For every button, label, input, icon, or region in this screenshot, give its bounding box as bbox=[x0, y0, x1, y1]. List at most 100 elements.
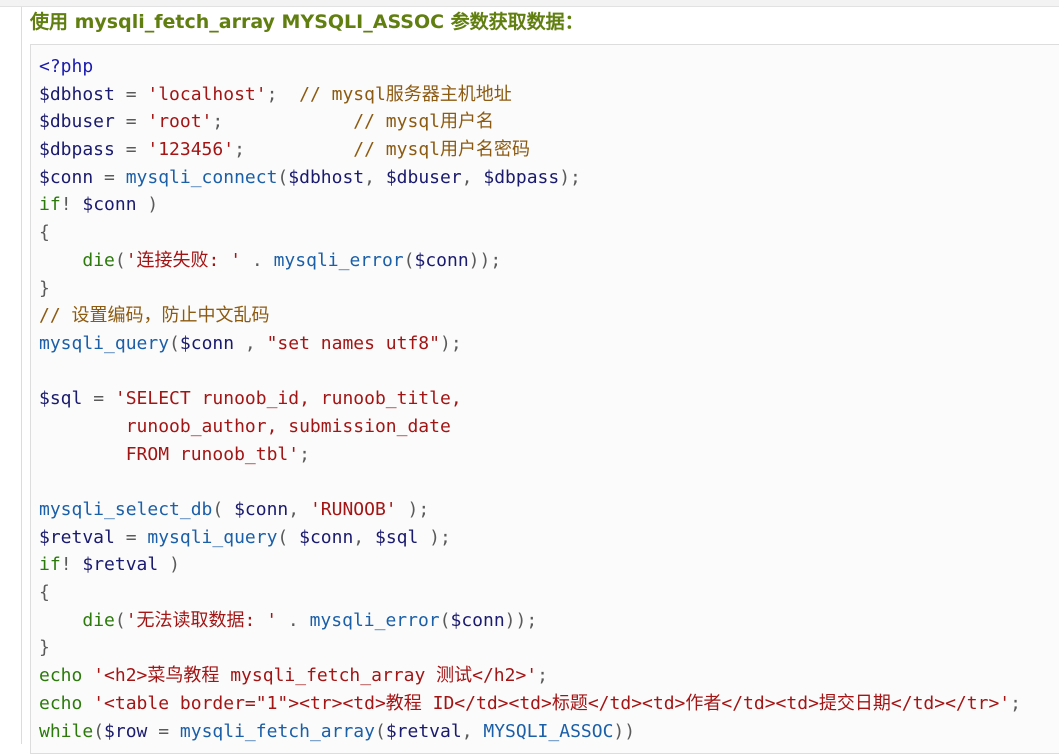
code-token-fn: mysqli_query bbox=[147, 526, 278, 548]
code-token-fn: mysqli_error bbox=[273, 249, 404, 271]
code-token-ctl: while bbox=[39, 720, 94, 742]
code-token-pun: = bbox=[114, 111, 148, 133]
code-line: runoob_author, submission_date bbox=[39, 413, 1021, 441]
code-token-pun: ) bbox=[158, 554, 180, 576]
code-token-pun: )); bbox=[504, 609, 538, 631]
code-token-str: runoob_author, submission_date bbox=[39, 415, 451, 437]
code-token-var: $dbhost bbox=[39, 83, 115, 105]
code-line: echo '<table border="1"><tr><td>教程 ID</t… bbox=[39, 690, 1021, 718]
code-token-pun: , bbox=[353, 526, 375, 548]
code-token-ctl: die bbox=[82, 609, 115, 631]
code-token-pun: ! bbox=[60, 554, 83, 576]
code-token-fn: mysqli_error bbox=[309, 609, 440, 631]
code-line: if! $conn ) bbox=[39, 191, 1021, 219]
code-token-var: $dbpass bbox=[39, 139, 115, 161]
code-token-pun: ; bbox=[212, 111, 354, 133]
section-heading: 使用 mysqli_fetch_array MYSQLI_ASSOC 参数获取数… bbox=[30, 11, 584, 33]
code-token-ctl: if bbox=[39, 554, 61, 576]
code-token-pun: )) bbox=[613, 720, 636, 742]
code-token-var: $dbuser bbox=[39, 111, 115, 133]
code-token-fn: MYSQLI_ASSOC bbox=[483, 720, 614, 742]
code-line: die('连接失败: ' . mysqli_error($conn)); bbox=[39, 247, 1021, 275]
code-token-pun bbox=[39, 610, 82, 631]
code-token-pun: = bbox=[147, 720, 180, 742]
code-token-pun: , bbox=[461, 720, 484, 742]
code-token-pun: ( bbox=[277, 526, 300, 548]
code-token-var: $conn bbox=[39, 166, 94, 188]
code-line: die('无法读取数据: ' . mysqli_error($conn)); bbox=[39, 607, 1021, 635]
code-token-com: // mysql服务器主机地址 bbox=[299, 83, 512, 105]
code-token-var: $sql bbox=[374, 526, 419, 548]
code-token-var: $conn bbox=[179, 332, 235, 354]
code-token-pun: , bbox=[461, 166, 484, 188]
code-token-pun: ( bbox=[277, 166, 289, 188]
code-line: <?php bbox=[39, 53, 1021, 81]
code-line: $dbhost = 'localhost'; // mysql服务器主机地址 bbox=[39, 81, 1021, 109]
code-token-str: 'SELECT runoob_id, runoob_title, bbox=[114, 388, 462, 410]
code-line: mysqli_select_db( $conn, 'RUNOOB' ); bbox=[39, 496, 1021, 524]
code-token-pun: } bbox=[39, 277, 50, 299]
code-token-pun: { bbox=[39, 222, 50, 244]
code-line: $dbpass = '123456'; // mysql用户名密码 bbox=[39, 136, 1021, 164]
code-token-pun: ); bbox=[396, 499, 430, 520]
code-token-fn: mysqli_select_db bbox=[39, 499, 213, 520]
code-token-ctl: die bbox=[82, 249, 115, 271]
code-token-var: $retval bbox=[39, 526, 115, 548]
code-token-fn: mysqli_query bbox=[39, 332, 170, 354]
code-token-str: 'localhost' bbox=[147, 83, 267, 105]
code-token-fn: mysqli_fetch_array bbox=[179, 720, 375, 742]
code-token-pun: ! bbox=[60, 194, 83, 216]
code-line: echo '<h2>菜鸟教程 mysqli_fetch_array 测试</h2… bbox=[39, 662, 1021, 690]
code-token-pun: = bbox=[93, 166, 126, 188]
code-token-pun: ; bbox=[537, 665, 548, 687]
code-token-pun: ( bbox=[439, 609, 451, 631]
code-token-pun: ( bbox=[114, 249, 126, 271]
code-token-pun: ; bbox=[266, 83, 300, 105]
code-token-pun: ; bbox=[299, 443, 310, 465]
code-token-pun: ); bbox=[418, 526, 451, 548]
code-token-str: '<table border="1"><tr><td>教程 ID</td><td… bbox=[93, 692, 1011, 714]
code-token-pun: , bbox=[288, 499, 310, 520]
code-token-pun: ( bbox=[374, 720, 386, 742]
code-token-pun: , bbox=[234, 332, 267, 354]
code-token-var: $conn bbox=[299, 526, 354, 548]
left-divider bbox=[21, 7, 22, 744]
code-line: } bbox=[39, 275, 1021, 303]
code-token-str: FROM runoob_tbl' bbox=[39, 443, 300, 465]
code-token-pun: ; bbox=[1010, 692, 1021, 714]
code-token-pun: = bbox=[82, 388, 115, 410]
code-token-pun bbox=[39, 250, 82, 271]
code-token-pun: , bbox=[364, 166, 386, 188]
code-token-ctl: echo bbox=[39, 692, 83, 714]
code-token-var: $conn bbox=[82, 194, 137, 216]
code-token-ctl: if bbox=[39, 194, 61, 216]
code-token-var: $dbuser bbox=[385, 166, 462, 188]
code-line: while($row = mysqli_fetch_array($retval,… bbox=[39, 718, 1021, 746]
code-line: // 设置编码，防止中文乱码 bbox=[39, 302, 1021, 330]
code-line: { bbox=[39, 579, 1021, 607]
code-token-pun: . bbox=[241, 249, 274, 271]
code-line: $conn = mysqli_connect($dbhost, $dbuser,… bbox=[39, 164, 1021, 192]
code-token-str: 'root' bbox=[147, 111, 213, 133]
code-token-pun bbox=[82, 665, 93, 686]
code-line: mysqli_query($conn , "set names utf8"); bbox=[39, 330, 1021, 358]
code-token-pun: = bbox=[114, 83, 148, 105]
code-token-pun: . bbox=[277, 609, 310, 631]
code-token-var: $sql bbox=[39, 388, 83, 410]
code-token-pun: { bbox=[39, 582, 50, 604]
code-line: if! $retval ) bbox=[39, 551, 1021, 579]
code-token-var: $retval bbox=[385, 720, 462, 742]
code-token-var: $dbpass bbox=[483, 166, 560, 188]
code-token-var: $conn bbox=[450, 609, 505, 631]
code-token-com: // 设置编码，防止中文乱码 bbox=[39, 305, 270, 327]
code-token-str: '123456' bbox=[147, 139, 235, 161]
code-line: { bbox=[39, 219, 1021, 247]
code-token-str: 'RUNOOB' bbox=[309, 499, 397, 520]
code-token-str: '<h2>菜鸟教程 mysqli_fetch_array 测试</h2>' bbox=[93, 665, 538, 687]
code-line: $retval = mysqli_query( $conn, $sql ); bbox=[39, 524, 1021, 552]
code-token-pun: = bbox=[114, 139, 148, 161]
code-token-var: $conn bbox=[414, 249, 469, 271]
code-token-fn: mysqli_connect bbox=[125, 166, 278, 188]
code-token-var: $dbhost bbox=[288, 166, 365, 188]
